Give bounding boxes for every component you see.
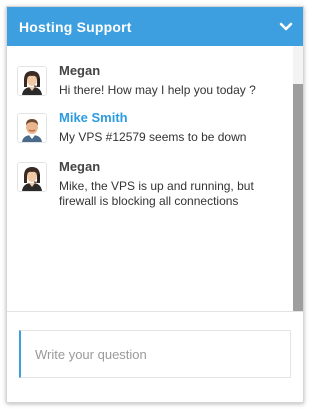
message-text: My VPS #12579 seems to be down: [59, 130, 247, 144]
composer-area: [7, 312, 303, 402]
message-text: Hi there! How may I help you today ?: [59, 83, 256, 97]
scrollbar-track[interactable]: [293, 46, 303, 311]
question-input-box[interactable]: [19, 330, 291, 378]
sender-name: Megan: [59, 159, 101, 174]
female-agent-avatar: [17, 162, 47, 192]
chat-header[interactable]: Hosting Support: [7, 7, 303, 46]
message-list: Megan Hi there! How may I help you today…: [7, 46, 303, 311]
female-agent-avatar: [17, 66, 47, 96]
sender-name: Megan: [59, 63, 101, 78]
scrollbar-thumb[interactable]: [293, 84, 303, 311]
chat-widget: Hosting Support Megan Hi there! How may …: [6, 6, 304, 403]
message-text: Mike, the VPS is up and running, but fir…: [59, 179, 254, 208]
chevron-down-icon[interactable]: [277, 18, 295, 36]
chat-title: Hosting Support: [19, 19, 132, 35]
sender-name: Mike Smith: [59, 110, 128, 125]
question-input[interactable]: [21, 331, 290, 377]
male-user-avatar: [17, 113, 47, 143]
